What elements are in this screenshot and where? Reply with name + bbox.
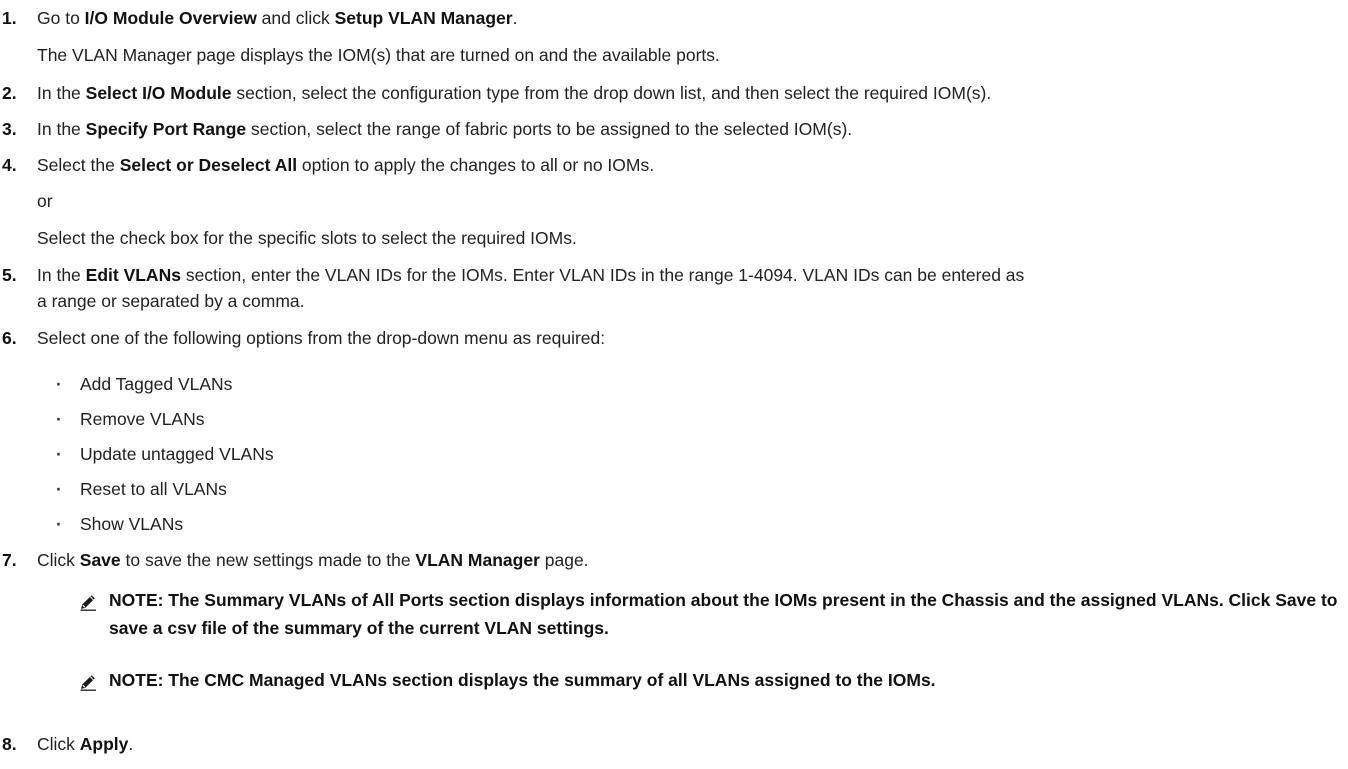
text-run: Click [37,734,80,754]
text-run: section, select the configuration type f… [231,83,992,103]
bullet-icon: · [56,374,62,394]
note-text: NOTE: The CMC Managed VLANs section disp… [109,670,936,690]
text-run: Select one of the following options from… [37,328,606,348]
bold-run: Setup VLAN Manager [334,8,513,28]
text-run: and click [256,8,335,28]
step-number: 3. [2,119,17,139]
document-page: 1. Go to I/O Module Overview and click S… [0,0,1348,769]
option-label: Show VLANs [80,514,184,534]
step-number: 1. [2,8,17,28]
step-number: 2. [2,83,17,103]
text-run: In the [37,265,86,285]
step-subtext: Select the check box for the specific sl… [37,228,577,248]
text-run: section, select the range of fabric port… [246,119,853,139]
step-subtext: a range or separated by a comma. [37,291,305,311]
bullet-icon: · [56,444,62,464]
bold-run: Select or Deselect All [119,155,298,175]
text-run: Click [37,550,80,570]
note-pencil-icon [80,675,96,691]
text-run: option to apply the changes to all or no… [297,155,655,175]
bold-run: Save [79,550,121,570]
step-text: Go to I/O Module Overview and click Setu… [37,7,517,29]
text-run: section, enter the VLAN IDs for the IOMs… [180,265,1025,285]
note-box: NOTE: The CMC Managed VLANs section disp… [78,670,1338,700]
step-text: In the Select I/O Module section, select… [37,82,991,104]
text-run: page. [539,550,589,570]
option-label: Reset to all VLANs [80,479,227,499]
step-number: 4. [2,155,17,175]
option-label: Update untagged VLANs [80,444,274,464]
bullet-icon: · [56,514,62,534]
step-number: 7. [2,550,17,570]
step-text: Click Apply. [37,733,133,755]
step-number: 8. [2,734,17,754]
bullet-icon: · [56,409,62,429]
step-text: Click Save to save the new settings made… [37,549,589,571]
bullet-icon: · [56,479,62,499]
note-pencil-icon [80,595,96,611]
bold-run: VLAN Manager [415,550,540,570]
note-box: NOTE: The Summary VLANs of All Ports sec… [78,590,1338,650]
text-run: In the [37,119,86,139]
bold-run: Select I/O Module [85,83,232,103]
text-run: Select the [37,155,120,175]
bold-run: Specify Port Range [85,119,247,139]
text-run: . [512,8,518,28]
option-label: Remove VLANs [80,409,205,429]
text-run: In the [37,83,86,103]
step-text: In the Specify Port Range section, selec… [37,118,852,140]
text-run: . [128,734,134,754]
step-text: Select one of the following options from… [37,327,605,349]
step-subtext: The VLAN Manager page displays the IOM(s… [37,45,720,65]
bold-run: I/O Module Overview [84,8,257,28]
step-subtext: or [37,191,53,211]
bold-run: Apply [79,734,129,754]
step-number: 5. [2,265,17,285]
text-run: to save the new settings made to the [120,550,416,570]
option-label: Add Tagged VLANs [80,374,233,394]
step-number: 6. [2,328,17,348]
step-text: In the Edit VLANs section, enter the VLA… [37,264,1024,286]
step-text: Select the Select or Deselect All option… [37,154,654,176]
text-run: Go to [37,8,85,28]
note-text: NOTE: The Summary VLANs of All Ports sec… [109,590,1338,638]
bold-run: Edit VLANs [85,265,181,285]
